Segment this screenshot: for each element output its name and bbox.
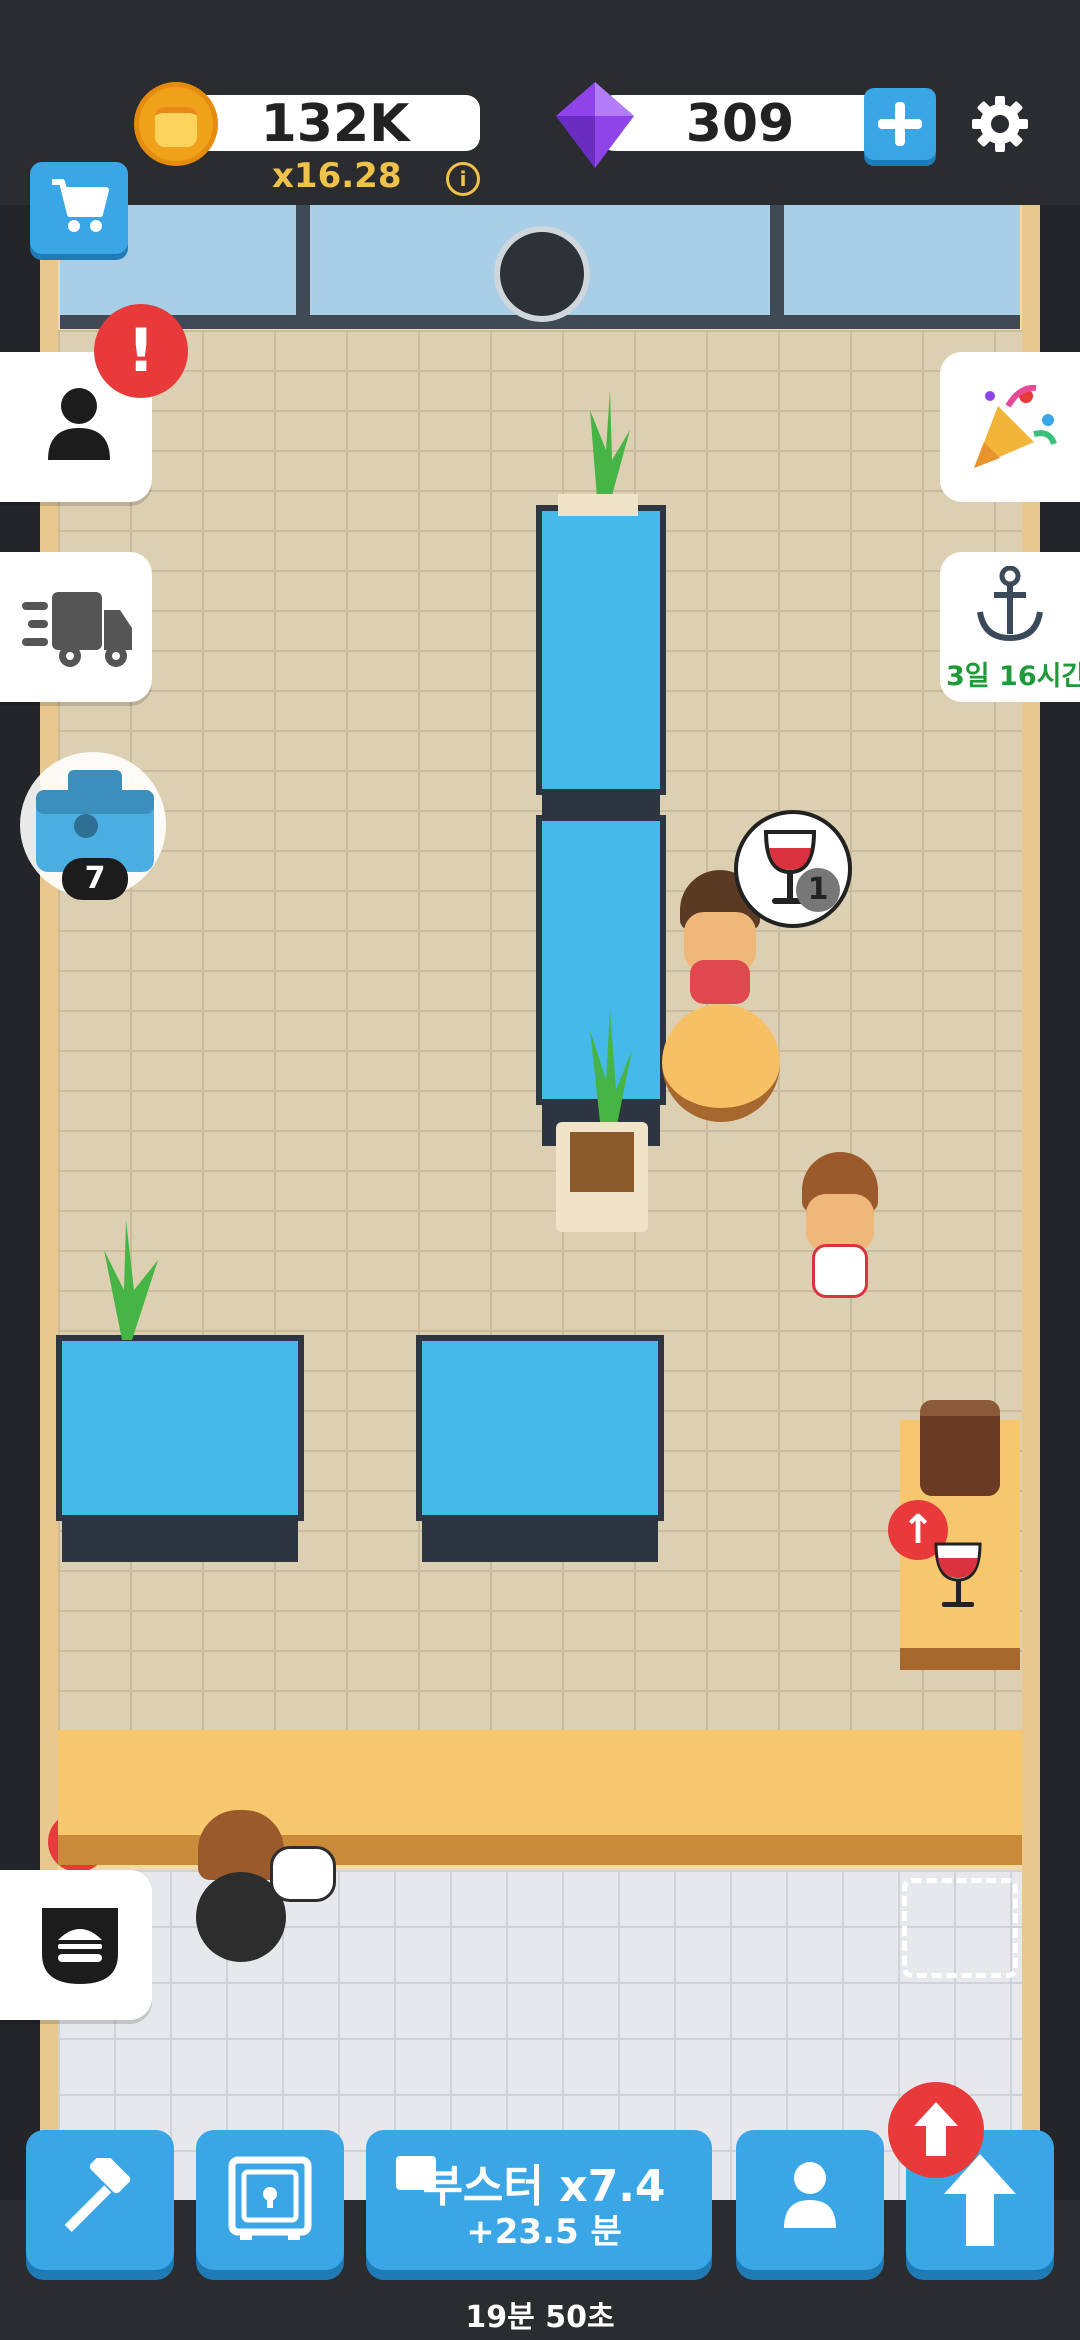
waiter-body [812, 1244, 868, 1298]
burger-badge-icon [42, 1908, 118, 1984]
managers-button[interactable] [736, 2130, 884, 2270]
info-icon[interactable]: i [446, 162, 480, 196]
add-gems-button[interactable] [864, 88, 936, 160]
booster-timer: 19분 50초 [465, 2300, 615, 2335]
hammer-icon [64, 2158, 131, 2232]
window-mullion [296, 205, 310, 315]
wine-barrel [920, 1400, 1000, 1496]
coin-value: 132K [260, 94, 410, 154]
alert-icon: ! [94, 304, 188, 398]
anchor-icon [977, 566, 1043, 642]
profile-icon [48, 388, 110, 460]
booster-subtitle: +23.5 분 [466, 2212, 622, 2252]
gem-icon [556, 82, 634, 168]
coin-icon [134, 82, 218, 166]
potted-plant [558, 390, 638, 516]
up-arrow-icon [914, 2102, 958, 2156]
customer-body [690, 960, 750, 1004]
coin-counter: 132K [190, 94, 480, 154]
tank-base [62, 1518, 298, 1562]
gem-counter: 309 [600, 94, 880, 154]
vault-button[interactable] [196, 2130, 344, 2270]
booster-button[interactable]: 부스터 x7.4 +23.5 분 [366, 2130, 712, 2270]
lobster-tank[interactable] [536, 505, 666, 795]
upgrade-alert-badge [888, 2082, 984, 2178]
cart-icon [52, 179, 109, 232]
order-bubble: 1 [734, 810, 852, 928]
event-button[interactable] [940, 352, 1080, 502]
gear-icon[interactable] [970, 94, 1030, 154]
voyage-timer: 3일 16시간 [946, 661, 1080, 692]
lobster-tank[interactable] [416, 1335, 664, 1521]
lobster-tank[interactable] [56, 1335, 304, 1521]
round-table [662, 1004, 780, 1122]
person-icon [784, 2162, 836, 2228]
wine-glass-icon [934, 1542, 982, 1607]
gem-value: 309 [685, 94, 795, 154]
chef-hat [270, 1846, 336, 1902]
voyage-button[interactable]: 3일 16시간 [940, 552, 1080, 702]
tank-base [422, 1518, 658, 1562]
build-button[interactable] [26, 2130, 174, 2270]
potted-plant [104, 1220, 158, 1340]
video-ad-icon [396, 2156, 436, 2190]
income-multiplier: x16.28 [272, 156, 402, 196]
empty-station-slot[interactable] [902, 1878, 1018, 1978]
wall-vent [494, 226, 590, 322]
order-quantity: 1 [796, 868, 840, 912]
truck-icon [22, 592, 132, 667]
chest-count-badge: 7 [62, 858, 128, 900]
safe-icon [228, 2156, 312, 2240]
potted-plant [556, 1010, 648, 1232]
shop-button[interactable] [30, 162, 128, 254]
upgrade-counter-button[interactable] [0, 1870, 152, 2020]
party-popper-icon [974, 384, 1057, 468]
window-mullion [770, 205, 784, 315]
delivery-button[interactable] [0, 552, 152, 702]
